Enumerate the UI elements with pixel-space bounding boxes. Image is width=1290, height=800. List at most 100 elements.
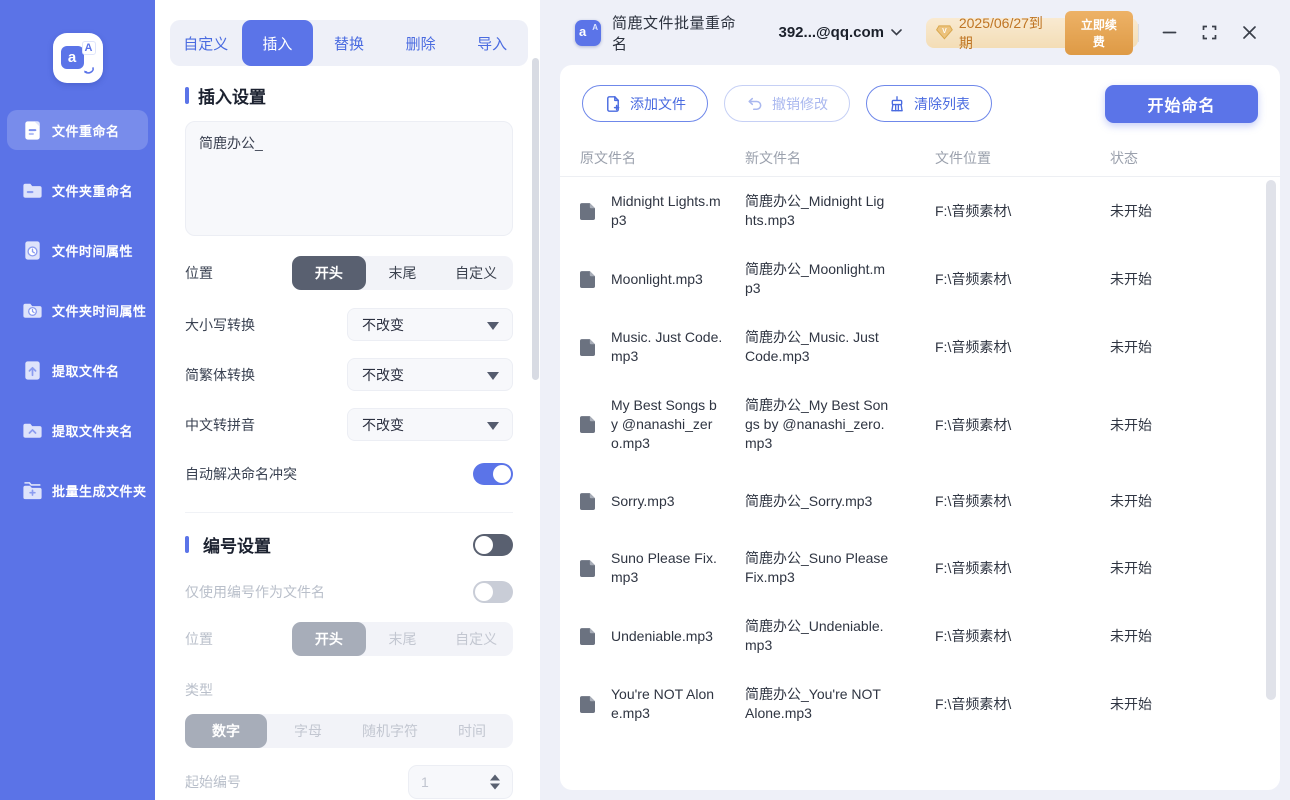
clear-list-button[interactable]: 清除列表 — [866, 85, 992, 122]
renew-button[interactable]: 立即续费 — [1065, 10, 1133, 55]
file-location: F:\音频素材\ — [935, 203, 1012, 219]
sidebar-item-批量生成文件夹[interactable]: 批量生成文件夹 — [7, 470, 148, 510]
segment-option-末尾[interactable]: 末尾 — [366, 622, 440, 656]
settings-scrollbar[interactable] — [532, 58, 539, 380]
new-filename: 简鹿办公_You're NOT Alone.mp3 — [745, 686, 881, 721]
maximize-button[interactable] — [1194, 18, 1224, 48]
titlebar: aA 简鹿文件批量重命名 392...@qq.com V 2025/06/27到… — [540, 0, 1290, 65]
sidebar-item-文件夹时间属性[interactable]: 文件夹时间属性 — [7, 290, 148, 330]
broom-icon — [891, 95, 903, 111]
file-icon — [580, 695, 603, 713]
main-area: aA 简鹿文件批量重命名 392...@qq.com V 2025/06/27到… — [540, 0, 1290, 800]
segment-option-开头[interactable]: 开头 — [292, 622, 366, 656]
original-filename: My Best Songs by @nanashi_zero.mp3 — [611, 397, 717, 451]
sidebar-item-提取文件名[interactable]: 提取文件名 — [7, 350, 148, 390]
case-convert-row: 大小写转换 不改变 — [185, 308, 513, 341]
settings-panel: 自定义 插入 替换 删除 导入 插入设置 简鹿办公_ 位置 开头 末尾 自定义 大小写转换 … — [155, 0, 540, 800]
file-list-scrollbar[interactable] — [1266, 180, 1276, 700]
case-convert-label: 大小写转换 — [185, 316, 255, 333]
numbering-toggle[interactable] — [473, 533, 513, 556]
tab-bar: 自定义 插入 替换 删除 导入 — [170, 20, 528, 66]
original-filename: Sorry.mp3 — [611, 492, 675, 509]
segment-option-末尾[interactable]: 末尾 — [366, 256, 440, 290]
sidebar-item-文件时间属性[interactable]: 文件时间属性 — [7, 230, 148, 270]
file-icon — [580, 416, 603, 433]
folder-time-icon — [20, 298, 44, 322]
conflict-row: 自动解决命名冲突 — [185, 463, 513, 485]
new-filename: 简鹿办公_Moonlight.mp3 — [745, 261, 886, 296]
minimize-button[interactable] — [1155, 18, 1185, 48]
zh-convert-select[interactable]: 不改变 — [347, 358, 513, 391]
original-name-cell: Moonlight.mp3 — [580, 270, 745, 289]
original-filename: Suno Please Fix.mp3 — [611, 550, 717, 585]
insert-position-row: 位置 开头 末尾 自定义 — [185, 256, 513, 290]
table-row[interactable]: Moonlight.mp3 简鹿办公_Moonlight.mp3 F:\音频素材\ 未… — [560, 245, 1280, 313]
file-table-body: Midnight Lights.mp3 简鹿办公_Midnight Lights.… — [560, 177, 1280, 752]
sidebar-item-文件夹重命名[interactable]: 文件夹重命名 — [7, 170, 148, 210]
tab-插入[interactable]: 插入 — [241, 20, 314, 66]
only-number-toggle[interactable] — [473, 581, 513, 603]
add-files-button[interactable]: 添加文件 — [582, 85, 708, 122]
tab-删除[interactable]: 删除 — [385, 20, 457, 66]
original-filename: Midnight Lights.mp3 — [611, 193, 721, 228]
number-stepper-icon[interactable] — [490, 774, 500, 790]
sidebar-item-label: 文件夹重命名 — [52, 183, 134, 199]
tab-自定义[interactable]: 自定义 — [170, 20, 242, 66]
table-row[interactable]: Undeniable.mp3 简鹿办公_Undeniable.mp3 F:\音频素材… — [560, 602, 1280, 670]
column-header-状态: 状态 — [1110, 149, 1138, 166]
tab-导入[interactable]: 导入 — [456, 20, 528, 66]
table-row[interactable]: Sorry.mp3 简鹿办公_Sorry.mp3 F:\音频素材\ 未开始 — [560, 468, 1280, 534]
insert-section-title-text: 插入设置 — [198, 88, 266, 107]
logo-a-glyph: a — [60, 46, 84, 69]
file-list-card: 添加文件 撤销修改 清除列表 开始命名 原文件名 新文件名 文件位置 状态 Midni… — [560, 65, 1280, 790]
account-menu[interactable]: 392...@qq.com — [779, 24, 885, 41]
numbering-position-label: 位置 — [185, 631, 213, 647]
license-badge: V 2025/06/27到期 立即续费 — [926, 10, 1138, 55]
table-row[interactable]: Music. Just Code.mp3 简鹿办公_Music. Just Cod… — [560, 313, 1280, 381]
status-text: 未开始 — [1110, 696, 1152, 712]
table-row[interactable]: Midnight Lights.mp3 简鹿办公_Midnight Lights.… — [560, 177, 1280, 245]
close-button[interactable] — [1234, 18, 1264, 48]
chevron-down-icon[interactable] — [891, 29, 902, 36]
tab-替换[interactable]: 替换 — [313, 20, 385, 66]
sidebar-menu: 文件重命名文件夹重命名 文件时间属性文件夹时间属性 提取文件名提取文件夹名批量生成文… — [0, 110, 155, 510]
new-filename: 简鹿办公_Undeniable.mp3 — [745, 618, 884, 653]
sidebar-item-文件重命名[interactable]: 文件重命名 — [7, 110, 148, 150]
table-row[interactable]: 晚餐歌 (Dinner Song) - Re简鹿办公_晚餐歌 (DiF:\音频素… — [560, 738, 1280, 752]
file-location: F:\音频素材\ — [935, 416, 1012, 433]
extract-file-icon — [20, 358, 44, 382]
table-row[interactable]: You're NOT Alone.mp3 简鹿办公_You're NOT Alon… — [560, 670, 1280, 738]
extract-folder-icon — [20, 418, 44, 442]
table-row[interactable]: Suno Please Fix.mp3 简鹿办公_Suno Please Fix.… — [560, 534, 1280, 602]
segment-option-数字[interactable]: 数字 — [185, 714, 267, 748]
app-logo: a A — [52, 33, 103, 83]
sidebar-item-提取文件夹名[interactable]: 提取文件夹名 — [7, 410, 148, 450]
segment-option-自定义[interactable]: 自定义 — [439, 622, 513, 656]
toolbar: 添加文件 撤销修改 清除列表 开始命名 — [560, 65, 1280, 123]
pinyin-select[interactable]: 不改变 — [347, 408, 513, 441]
insert-text-input[interactable]: 简鹿办公_ — [185, 121, 513, 236]
start-number-input[interactable]: 1 — [408, 765, 513, 799]
segment-option-自定义[interactable]: 自定义 — [439, 256, 513, 290]
numbering-title-text: 编号设置 — [203, 537, 271, 556]
segment-option-时间[interactable]: 时间 — [431, 714, 513, 748]
file-location: F:\音频素材\ — [935, 560, 1012, 576]
logo-arrow-icon — [83, 67, 94, 74]
sidebar-item-label: 提取文件夹名 — [52, 423, 134, 439]
conflict-toggle[interactable] — [473, 463, 513, 485]
original-name-cell: Undeniable.mp3 — [580, 627, 745, 646]
table-row[interactable]: My Best Songs by @nanashi_zero.mp3 简鹿办公_M… — [560, 381, 1280, 468]
section-accent-bar — [185, 536, 189, 553]
segment-option-开头[interactable]: 开头 — [292, 256, 366, 290]
undo-label: 撤销修改 — [772, 95, 828, 112]
new-filename: 简鹿办公_Midnight Lights.mp3 — [745, 193, 885, 228]
file-icon — [580, 338, 603, 356]
original-filename: Moonlight.mp3 — [611, 270, 703, 287]
start-rename-button[interactable]: 开始命名 — [1105, 85, 1258, 123]
segment-option-字母[interactable]: 字母 — [267, 714, 349, 748]
sidebar-item-label: 文件时间属性 — [52, 243, 134, 259]
case-convert-select[interactable]: 不改变 — [347, 308, 513, 341]
undo-button[interactable]: 撤销修改 — [724, 85, 850, 122]
segment-option-随机字符[interactable]: 随机字符 — [349, 714, 431, 748]
case-convert-value: 不改变 — [362, 316, 404, 333]
